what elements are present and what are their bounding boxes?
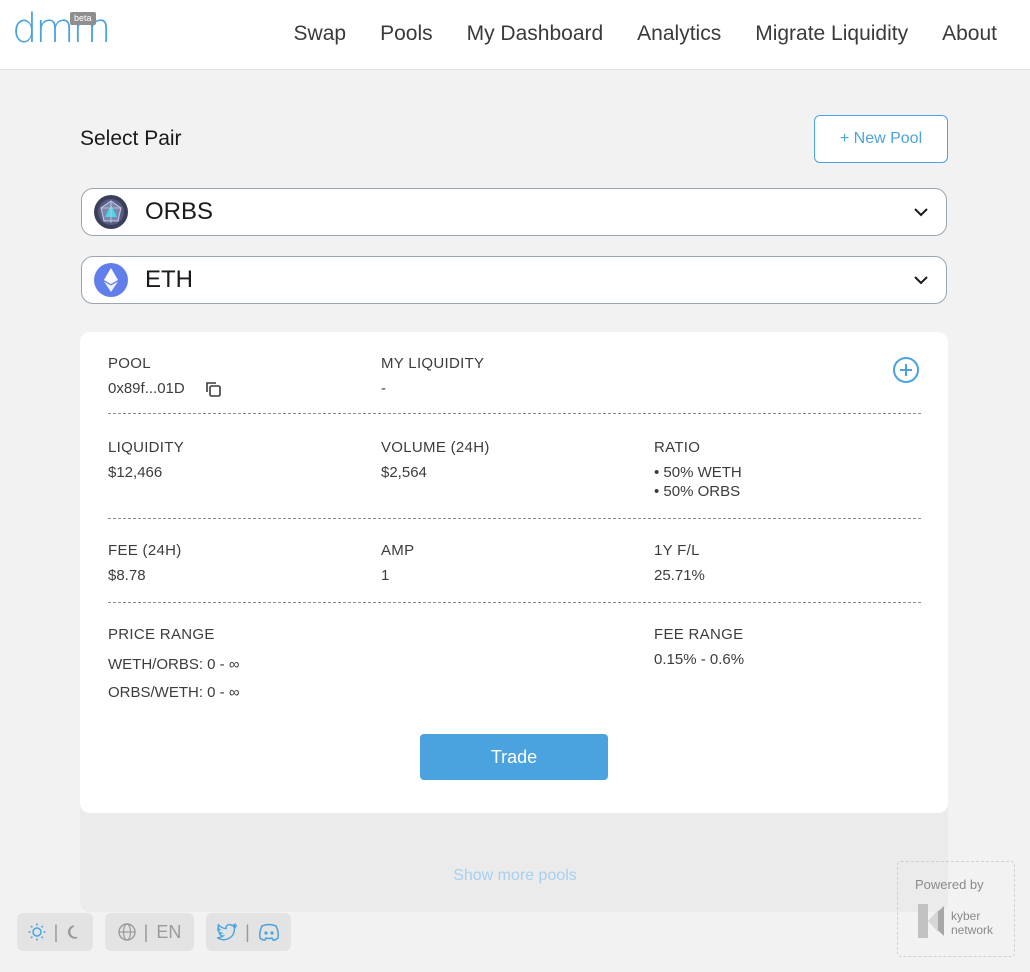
fl-label: 1Y F/L (654, 542, 700, 559)
nav-migrate-liquidity[interactable]: Migrate Liquidity (755, 20, 908, 48)
fl-value: 25.71% (654, 567, 705, 584)
price-range-weth-orbs: WETH/ORBS: 0 - ∞ (108, 656, 240, 673)
separator: | (245, 921, 250, 942)
price-range-orbs-weth: ORBS/WETH: 0 - ∞ (108, 684, 240, 701)
token-b-select[interactable]: ETH (81, 256, 947, 304)
ratio-orbs: • 50% ORBS (654, 483, 741, 500)
liquidity-label: LIQUIDITY (108, 439, 185, 456)
chevron-down-icon (914, 276, 928, 285)
kyber-line2: network (951, 923, 994, 937)
beta-badge: beta (70, 12, 96, 25)
nav-pools[interactable]: Pools (380, 20, 433, 48)
sun-icon[interactable] (28, 923, 46, 941)
divider (108, 602, 921, 603)
nav-my-dashboard[interactable]: My Dashboard (467, 20, 604, 48)
trade-button[interactable]: Trade (420, 734, 608, 780)
my-liquidity-label: MY LIQUIDITY (381, 355, 485, 372)
amp-value: 1 (381, 567, 390, 584)
kyber-line1: kyber (951, 909, 981, 923)
kyber-network-text: kyber network (951, 909, 993, 937)
nav-swap[interactable]: Swap (294, 20, 347, 48)
theme-toggle[interactable]: | (17, 913, 93, 951)
my-liquidity-value: - (381, 380, 386, 397)
new-pool-button[interactable]: + New Pool (814, 115, 948, 163)
powered-by-label: Powered by (915, 877, 984, 892)
top-header: dmm beta Swap Pools My Dashboard Analyti… (0, 0, 1030, 70)
fee-label: FEE (24H) (108, 542, 182, 559)
ratio-label: RATIO (654, 439, 701, 456)
volume-label: VOLUME (24H) (381, 439, 490, 456)
separator: | (53, 921, 59, 942)
fee-range-value: 0.15% - 0.6% (654, 651, 745, 668)
main-nav: Swap Pools My Dashboard Analytics Migrat… (294, 20, 997, 48)
powered-by-kyber[interactable]: Powered by kyber network (897, 861, 1015, 957)
copy-icon[interactable] (204, 380, 222, 398)
nav-about[interactable]: About (942, 20, 997, 48)
pool-address: 0x89f...01D (108, 380, 185, 397)
token-b-name: ETH (145, 266, 193, 293)
kyber-logo-icon (918, 904, 944, 938)
separator: | (143, 921, 149, 942)
dmm-logo[interactable]: dmm beta (12, 6, 112, 56)
fee-value: $8.78 (108, 567, 146, 584)
social-links: | (206, 913, 291, 951)
orbs-token-icon (94, 195, 128, 229)
volume-value: $2,564 (381, 464, 427, 481)
add-liquidity-icon[interactable] (892, 356, 920, 384)
pool-label: POOL (108, 355, 151, 372)
ratio-weth: • 50% WETH (654, 464, 742, 481)
show-more-pools-link[interactable]: Show more pools (0, 867, 1030, 885)
language-selector[interactable]: | EN (105, 913, 194, 951)
fee-range-label: FEE RANGE (654, 626, 744, 643)
chevron-down-icon (914, 208, 928, 217)
language-label: EN (156, 921, 182, 942)
twitter-icon[interactable] (217, 923, 238, 941)
globe-icon (117, 923, 136, 941)
price-range-label: PRICE RANGE (108, 626, 215, 643)
token-a-name: ORBS (145, 198, 214, 225)
token-a-select[interactable]: ORBS (81, 188, 947, 236)
moon-icon[interactable] (66, 924, 82, 940)
nav-analytics[interactable]: Analytics (637, 20, 721, 48)
divider (108, 518, 921, 519)
amp-label: AMP (381, 542, 415, 559)
divider (108, 413, 921, 414)
page-title: Select Pair (80, 127, 182, 150)
liquidity-value: $12,466 (108, 464, 163, 481)
discord-icon[interactable] (258, 923, 280, 941)
eth-token-icon (94, 263, 128, 297)
